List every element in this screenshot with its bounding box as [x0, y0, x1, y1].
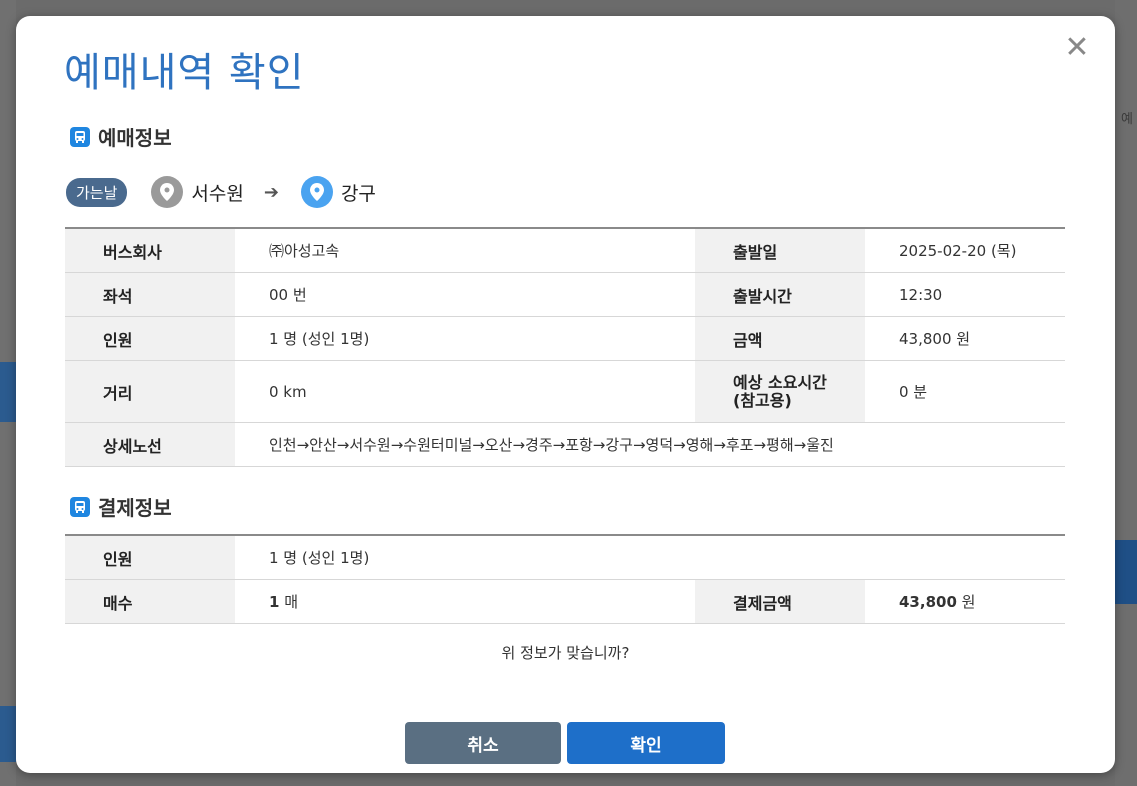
- payment-section-header: 결제정보: [70, 492, 172, 521]
- table-row: 매수 1 매 결제금액 43,800 원: [65, 579, 1065, 624]
- reservation-section-header: 예매정보: [70, 122, 172, 151]
- row-value: 00 번: [235, 272, 695, 317]
- row-label: 버스회사: [65, 227, 235, 273]
- row-value: 43,800 원: [865, 316, 1065, 361]
- bus-icon: [70, 496, 90, 517]
- row-label: 거리: [65, 360, 235, 423]
- section-title: 결제정보: [98, 496, 172, 520]
- origin-name: 서수원: [191, 182, 244, 205]
- payment-amount-number: 43,800: [899, 593, 957, 611]
- row-label: 인원: [65, 534, 235, 580]
- payment-amount-unit: 원: [961, 593, 976, 611]
- table-row: 버스회사 ㈜아성고속 출발일 2025-02-20 (목): [65, 227, 1065, 273]
- close-icon[interactable]: ✕: [1063, 33, 1091, 63]
- ticket-count: 1 매: [235, 579, 695, 624]
- bus-icon: [70, 126, 90, 147]
- route-detail: 인천→안산→서수원→수원터미널→오산→경주→포항→강구→영덕→영해→후포→평해→…: [235, 422, 1065, 467]
- row-label: 결제금액: [695, 579, 865, 624]
- row-value: 0 km: [235, 360, 695, 423]
- origin-pin-icon: [151, 176, 184, 208]
- ticket-count-unit: 매: [284, 593, 299, 611]
- background-text: 예: [1121, 112, 1133, 127]
- table-row: 좌석 00 번 출발시간 12:30: [65, 272, 1065, 317]
- payment-table: 인원 1 명 (성인 1명) 매수 1 매 결제금액 43,800 원: [65, 534, 1065, 624]
- route-summary: 가는날 서수원 ➔ 강구: [66, 176, 376, 208]
- arrow-right-icon: ➔: [263, 181, 279, 203]
- confirm-button[interactable]: 확인: [567, 722, 725, 764]
- row-label: 상세노선: [65, 422, 235, 467]
- background-block: [0, 362, 16, 422]
- ticket-count-number: 1: [269, 593, 280, 611]
- background-block: [1115, 540, 1137, 604]
- row-label: 출발시간: [695, 272, 865, 317]
- row-value: ㈜아성고속: [235, 227, 695, 273]
- row-label: 금액: [695, 316, 865, 361]
- row-label: 좌석: [65, 272, 235, 317]
- row-label: 출발일: [695, 227, 865, 273]
- table-row: 상세노선 인천→안산→서수원→수원터미널→오산→경주→포항→강구→영덕→영해→후…: [65, 422, 1065, 467]
- row-value: 12:30: [865, 272, 1065, 317]
- table-row: 거리 0 km 예상 소요시간 (참고용) 0 분: [65, 360, 1065, 423]
- section-title: 예매정보: [98, 126, 172, 150]
- row-label: 인원: [65, 316, 235, 361]
- reservation-confirm-dialog: 예매내역 확인 ✕ 예매정보 가는날 서수원 ➔ 강구 버스회사 ㈜아성고속 출…: [16, 16, 1115, 773]
- row-label: 예상 소요시간 (참고용): [695, 360, 865, 423]
- dialog-title: 예매내역 확인: [64, 50, 305, 96]
- confirm-question: 위 정보가 맞습니까?: [501, 644, 630, 662]
- destination-pin-icon: [300, 176, 333, 208]
- reservation-table: 버스회사 ㈜아성고속 출발일 2025-02-20 (목) 좌석 00 번 출발…: [65, 227, 1065, 467]
- cancel-button[interactable]: 취소: [405, 722, 561, 764]
- direction-badge: 가는날: [66, 177, 128, 207]
- payment-amount: 43,800 원: [865, 579, 1065, 624]
- row-value: 0 분: [865, 360, 1065, 423]
- destination-name: 강구: [340, 182, 376, 205]
- table-row: 인원 1 명 (성인 1명) 금액 43,800 원: [65, 316, 1065, 361]
- row-label: 매수: [65, 579, 235, 624]
- row-value: 2025-02-20 (목): [865, 227, 1065, 273]
- table-row: 인원 1 명 (성인 1명): [65, 534, 1065, 580]
- row-value: 1 명 (성인 1명): [235, 316, 695, 361]
- background-block: [0, 706, 16, 762]
- row-value: 1 명 (성인 1명): [235, 534, 1065, 580]
